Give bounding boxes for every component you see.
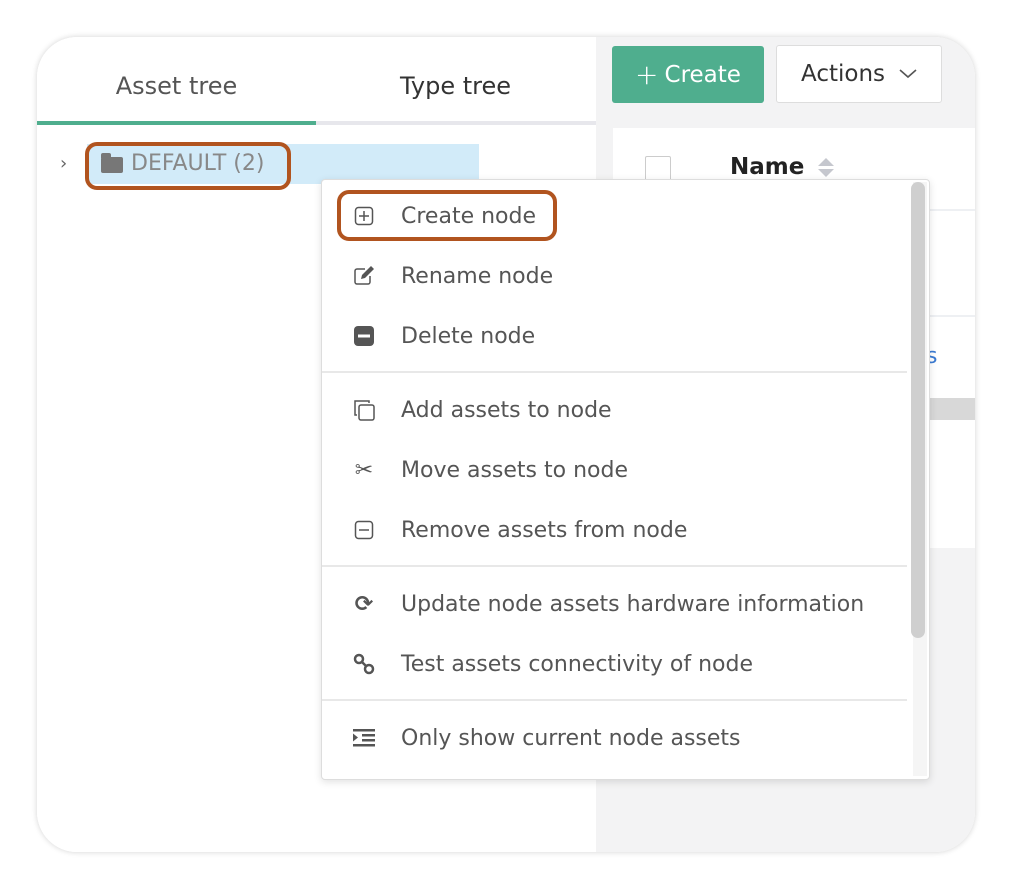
link-icon bbox=[353, 653, 375, 675]
highlight-box-node bbox=[85, 142, 291, 190]
highlight-box-create-node bbox=[337, 190, 557, 241]
menu-item-label: Remove assets from node bbox=[401, 517, 688, 543]
create-label: Create bbox=[664, 61, 741, 88]
copy-icon bbox=[353, 399, 375, 421]
tab-underline bbox=[37, 121, 596, 125]
indent-icon bbox=[353, 727, 375, 749]
refresh-icon: ⟳ bbox=[354, 591, 374, 617]
menu-scrollbar-thumb[interactable] bbox=[911, 182, 925, 638]
active-tab-indicator bbox=[37, 121, 316, 125]
chevron-down-icon bbox=[899, 69, 917, 79]
menu-divider bbox=[322, 699, 907, 701]
menu-item-remove-assets[interactable]: Remove assets from node bbox=[322, 500, 907, 560]
menu-item-rename-node[interactable]: Rename node bbox=[322, 246, 907, 306]
menu-item-label: Add assets to node bbox=[401, 397, 612, 423]
menu-item-label: Test assets connectivity of node bbox=[401, 651, 754, 677]
minus-square-filled-icon bbox=[353, 325, 375, 347]
tab-asset-tree[interactable]: Asset tree bbox=[37, 37, 316, 121]
menu-divider bbox=[322, 371, 907, 373]
menu-item-test-connectivity[interactable]: Test assets connectivity of node bbox=[322, 634, 907, 694]
actions-dropdown[interactable]: Actions bbox=[776, 45, 942, 103]
menu-item-label: Update node assets hardware information bbox=[401, 591, 865, 617]
edit-icon bbox=[353, 265, 375, 287]
menu-item-label: Move assets to node bbox=[401, 457, 628, 483]
context-menu: Create node Rename node Delete node Add … bbox=[321, 179, 930, 780]
menu-item-add-assets[interactable]: Add assets to node bbox=[322, 380, 907, 440]
plus-icon: + bbox=[635, 58, 659, 91]
menu-item-label: Delete node bbox=[401, 323, 536, 349]
tab-type-tree[interactable]: Type tree bbox=[316, 37, 595, 121]
scissors-icon: ✂ bbox=[354, 457, 374, 483]
create-button[interactable]: + Create bbox=[612, 46, 764, 103]
menu-scrollbar-track[interactable] bbox=[911, 182, 927, 776]
menu-item-move-assets[interactable]: ✂ Move assets to node bbox=[322, 440, 907, 500]
menu-item-only-show-current[interactable]: Only show current node assets bbox=[322, 708, 907, 768]
chevron-right-icon[interactable]: › bbox=[60, 153, 67, 174]
tree-tabs: Asset tree Type tree bbox=[37, 37, 596, 125]
actions-label: Actions bbox=[800, 61, 885, 87]
menu-divider bbox=[322, 565, 907, 567]
column-header-name[interactable]: Name bbox=[730, 154, 804, 180]
minus-square-icon bbox=[353, 519, 375, 541]
menu-item-label: Only show current node assets bbox=[401, 725, 741, 751]
menu-item-update-hardware[interactable]: ⟳ Update node assets hardware informatio… bbox=[322, 574, 907, 634]
menu-item-delete-node[interactable]: Delete node bbox=[322, 306, 907, 366]
menu-item-label: Rename node bbox=[401, 263, 554, 289]
